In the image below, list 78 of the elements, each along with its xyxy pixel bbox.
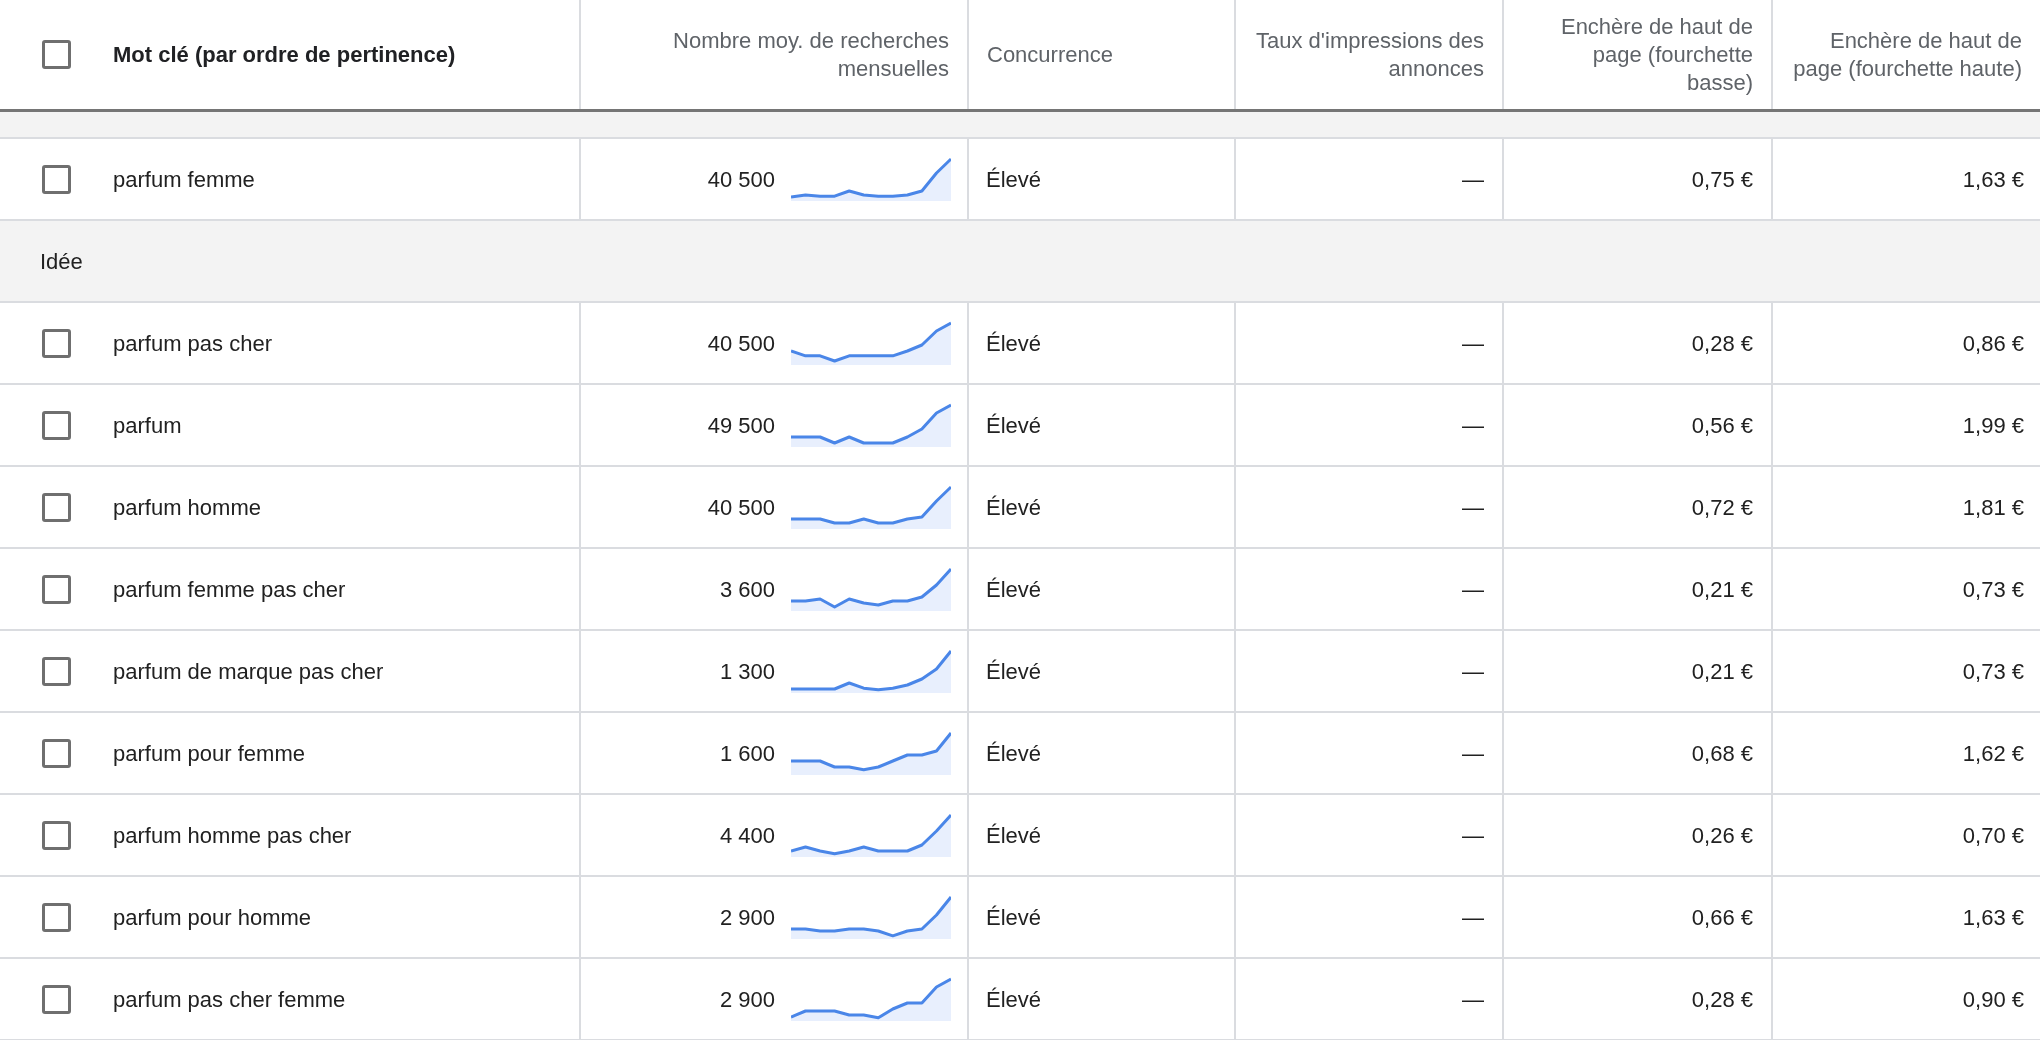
impression-share-text: — (1462, 329, 1484, 358)
bid-low-text: 0,75 € (1691, 165, 1753, 194)
impression-share-text: — (1462, 165, 1484, 194)
search-volume-text: 40 500 (707, 165, 775, 194)
column-header: Mot clé (par ordre de pertinence) (113, 40, 456, 69)
bid-high-text: 1,99 € (1962, 411, 2024, 440)
checkbox[interactable] (42, 902, 71, 932)
competition-text: Élevé (986, 821, 1042, 850)
section-title: Idée (40, 247, 83, 276)
column-header: Nombre moy. de recherches mensuelles (672, 26, 949, 83)
bid-high-text: 0,73 € (1962, 575, 2024, 604)
keyword-text: parfum homme pas cher (113, 821, 352, 850)
competition-text: Élevé (986, 165, 1042, 194)
bid-low-text: 0,56 € (1691, 411, 1753, 440)
bid-high-text: 1,62 € (1962, 739, 2024, 768)
competition-text: Élevé (986, 903, 1042, 932)
checkbox[interactable] (42, 40, 71, 69)
competition-text: Élevé (986, 739, 1042, 768)
impression-share-text: — (1462, 821, 1484, 850)
competition-text: Élevé (986, 411, 1042, 440)
column-header: Taux d'impressions des annonces (1255, 26, 1484, 83)
keyword-text: parfum pour femme (113, 739, 305, 768)
keyword-text: parfum femme (113, 165, 255, 194)
impression-share-text: — (1462, 575, 1484, 604)
checkbox[interactable] (42, 984, 71, 1014)
keyword-text: parfum homme (113, 493, 261, 522)
search-volume-text: 1 600 (719, 739, 775, 768)
checkbox[interactable] (42, 656, 71, 686)
search-volume-text: 49 500 (707, 411, 775, 440)
bid-low-text: 0,68 € (1691, 739, 1753, 768)
checkbox[interactable] (42, 328, 71, 358)
impression-share-text: — (1462, 985, 1484, 1014)
search-volume-text: 40 500 (707, 493, 775, 522)
bid-high-text: 0,90 € (1962, 985, 2024, 1014)
checkbox[interactable] (42, 574, 71, 604)
competition-text: Élevé (986, 329, 1042, 358)
search-volume-text: 40 500 (707, 329, 775, 358)
keyword-text: parfum pas cher (113, 329, 272, 358)
keyword-text: parfum (113, 411, 182, 440)
bid-high-text: 0,70 € (1962, 821, 2024, 850)
checkbox[interactable] (42, 492, 71, 522)
keyword-text: parfum de marque pas cher (113, 657, 384, 686)
bid-low-text: 0,26 € (1691, 821, 1753, 850)
competition-text: Élevé (986, 657, 1042, 686)
search-volume-text: 4 400 (719, 821, 775, 850)
bid-low-text: 0,66 € (1691, 903, 1753, 932)
search-volume-text: 3 600 (719, 575, 775, 604)
bid-high-text: 0,73 € (1962, 657, 2024, 686)
bid-low-text: 0,72 € (1691, 493, 1753, 522)
column-header: Enchère de haut de page (fourchette haute) (1792, 26, 2022, 83)
competition-text: Élevé (986, 575, 1042, 604)
checkbox[interactable] (42, 738, 71, 768)
keyword-text: parfum femme pas cher (113, 575, 346, 604)
bid-low-text: 0,21 € (1691, 657, 1753, 686)
column-header: Concurrence (987, 40, 1113, 69)
bid-high-text: 0,86 € (1962, 329, 2024, 358)
impression-share-text: — (1462, 903, 1484, 932)
bid-low-text: 0,28 € (1691, 329, 1753, 358)
checkbox[interactable] (42, 410, 71, 440)
bid-high-text: 1,63 € (1962, 903, 2024, 932)
keyword-text: parfum pour homme (113, 903, 312, 932)
keyword-text: parfum pas cher femme (113, 985, 346, 1014)
impression-share-text: — (1462, 739, 1484, 768)
checkbox[interactable] (42, 164, 71, 194)
bid-low-text: 0,28 € (1691, 985, 1753, 1014)
search-volume-text: 2 900 (719, 985, 775, 1014)
impression-share-text: — (1462, 657, 1484, 686)
impression-share-text: — (1462, 411, 1484, 440)
checkbox[interactable] (42, 820, 71, 850)
search-volume-text: 2 900 (719, 903, 775, 932)
bid-high-text: 1,63 € (1962, 165, 2024, 194)
competition-text: Élevé (986, 493, 1042, 522)
bid-high-text: 1,81 € (1962, 493, 2024, 522)
bid-low-text: 0,21 € (1691, 575, 1753, 604)
impression-share-text: — (1462, 493, 1484, 522)
column-header: Enchère de haut de page (fourchette basse) (1559, 12, 1753, 97)
search-volume-text: 1 300 (719, 657, 775, 686)
competition-text: Élevé (986, 985, 1042, 1014)
